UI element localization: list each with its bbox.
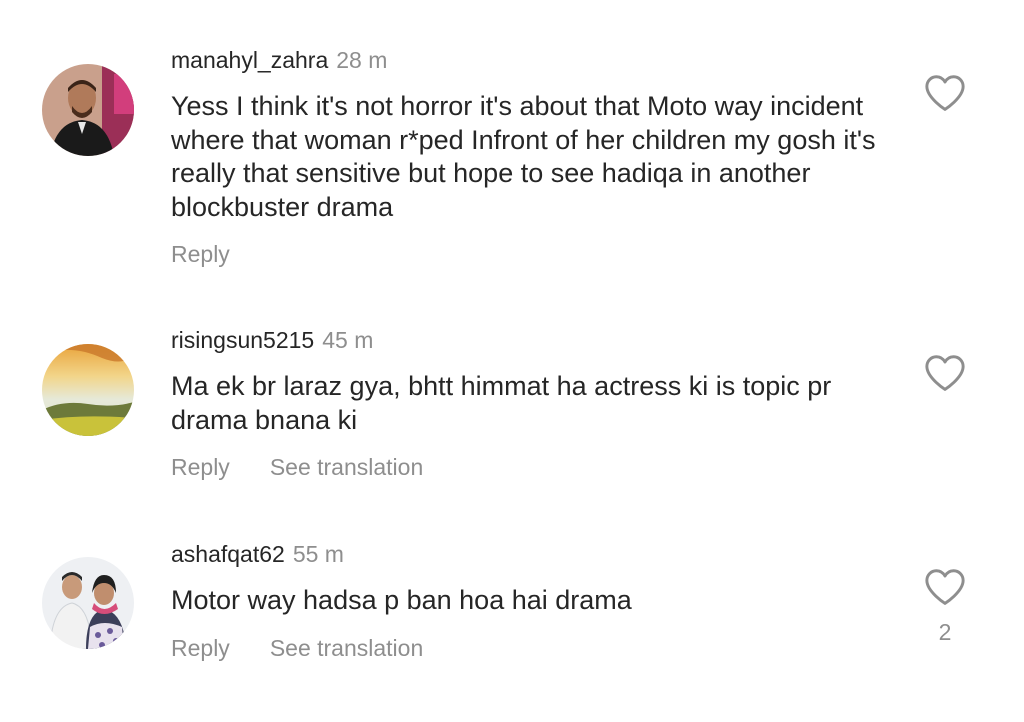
timestamp: 28 m	[336, 47, 388, 73]
comment-actions: Reply See translation	[171, 453, 423, 481]
heart-outline-icon	[925, 355, 965, 391]
avatar[interactable]	[42, 344, 134, 436]
see-translation-button[interactable]: See translation	[270, 635, 423, 661]
username[interactable]: ashafqat62	[171, 541, 285, 567]
comment-text: Yess I think it's not horror it's about …	[171, 91, 876, 222]
comment-item: ashafqat62 55 m Motor way hadsa p ban hoa…	[0, 540, 1024, 700]
timestamp: 45 m	[322, 327, 374, 353]
username[interactable]: manahyl_zahra	[171, 47, 328, 73]
avatar-image	[42, 64, 134, 156]
like-button[interactable]	[924, 74, 966, 112]
like-button[interactable]	[924, 354, 966, 392]
heart-outline-icon	[925, 569, 965, 605]
comment-meta: ashafqat62 55 m	[171, 540, 344, 568]
comment-actions: Reply	[171, 240, 230, 268]
see-translation-button[interactable]: See translation	[270, 454, 423, 480]
reply-button[interactable]: Reply	[171, 454, 230, 480]
comment-item: risingsun5215 45 m Ma ek br laraz gya, bh…	[0, 326, 1024, 486]
comment-text: Motor way hadsa p ban hoa hai drama	[171, 585, 632, 615]
username[interactable]: risingsun5215	[171, 327, 314, 353]
avatar-image	[42, 344, 134, 436]
comment-actions: Reply See translation	[171, 634, 423, 662]
reply-button[interactable]: Reply	[171, 635, 230, 661]
avatar-image	[42, 557, 134, 649]
comment-text: Ma ek br laraz gya, bhtt himmat ha actre…	[171, 371, 832, 435]
timestamp: 55 m	[292, 541, 344, 567]
like-count[interactable]: 2	[924, 618, 966, 646]
like-button[interactable]	[924, 568, 966, 606]
comment-meta: risingsun5215 45 m	[171, 326, 373, 354]
comment-meta: manahyl_zahra 28 m	[171, 46, 387, 74]
comment-item: manahyl_zahra 28 m Yess I think it's not …	[0, 46, 1024, 276]
heart-outline-icon	[925, 75, 965, 111]
avatar[interactable]	[42, 64, 134, 156]
avatar[interactable]	[42, 557, 134, 649]
reply-button[interactable]: Reply	[171, 241, 230, 267]
